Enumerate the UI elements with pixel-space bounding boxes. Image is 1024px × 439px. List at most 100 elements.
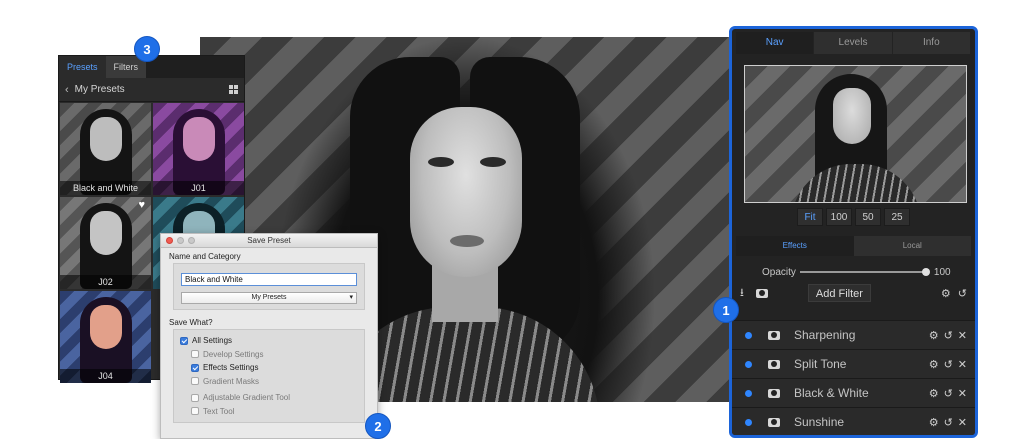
preset-name-input[interactable] bbox=[181, 273, 357, 286]
filter-enabled-dot-icon[interactable] bbox=[745, 360, 752, 368]
presets-title: My Presets bbox=[74, 84, 125, 95]
mask-icon[interactable] bbox=[768, 359, 780, 369]
filter-row[interactable]: Split Tone ⚙ ↺ ✕ bbox=[732, 349, 975, 378]
filter-name: Split Tone bbox=[794, 357, 847, 371]
zoom-buttons: Fit 100 50 25 bbox=[732, 208, 975, 226]
opacity-slider-knob[interactable] bbox=[921, 268, 930, 276]
option-gradient-masks[interactable]: Gradient Masks bbox=[180, 375, 358, 389]
grid-view-icon[interactable] bbox=[229, 85, 238, 94]
option-develop-settings[interactable]: Develop Settings bbox=[180, 348, 358, 362]
name-category-box: My Presets ▾ bbox=[173, 263, 365, 310]
preset-thumbnail[interactable]: J04 bbox=[60, 291, 151, 383]
option-adjustable-gradient-tool[interactable]: Adjustable Gradient Tool bbox=[180, 391, 358, 405]
option-label: Adjustable Gradient Tool bbox=[203, 393, 291, 403]
filter-enabled-dot-icon[interactable] bbox=[745, 418, 752, 426]
effects-tabs: Effects Local bbox=[736, 236, 971, 256]
close-icon[interactable]: ✕ bbox=[958, 358, 967, 371]
opacity-slider[interactable] bbox=[799, 268, 930, 276]
filter-name: Black & White bbox=[794, 386, 869, 400]
preset-label: J04 bbox=[60, 369, 151, 383]
option-all-settings[interactable]: All Settings bbox=[180, 334, 358, 348]
gear-icon[interactable]: ⚙ bbox=[929, 329, 939, 342]
preset-thumbnail[interactable]: Black and White bbox=[60, 103, 151, 195]
tab-levels[interactable]: Levels bbox=[814, 32, 893, 54]
save-what-label: Save What? bbox=[169, 318, 213, 327]
mask-icon[interactable] bbox=[755, 288, 768, 298]
checkbox-icon[interactable] bbox=[191, 350, 199, 359]
zoom-window-icon[interactable] bbox=[188, 237, 195, 244]
reset-icon[interactable]: ↺ bbox=[958, 287, 967, 300]
zoom-50-button[interactable]: 50 bbox=[855, 208, 881, 226]
checkbox-checked-icon[interactable] bbox=[191, 363, 199, 372]
checkbox-icon[interactable] bbox=[191, 407, 199, 416]
zoom-100-button[interactable]: 100 bbox=[826, 208, 852, 226]
option-label: Gradient Masks bbox=[203, 376, 260, 386]
back-chevron-icon[interactable]: ‹ bbox=[65, 84, 69, 96]
gear-icon[interactable]: ⚙ bbox=[941, 287, 951, 300]
checkbox-icon[interactable] bbox=[191, 377, 199, 386]
favorite-heart-icon[interactable]: ♥ bbox=[138, 199, 145, 211]
zoom-25-button[interactable]: 25 bbox=[884, 208, 910, 226]
option-label: Text Tool bbox=[203, 406, 235, 416]
dropdown-caret-icon: ▾ bbox=[349, 294, 353, 301]
preset-label: J02 bbox=[60, 275, 151, 289]
save-preset-dialog: Save Preset Name and Category My Presets… bbox=[160, 233, 378, 439]
tab-info[interactable]: Info bbox=[893, 32, 971, 54]
opacity-label: Opacity bbox=[762, 266, 796, 278]
opacity-value: 100 bbox=[933, 266, 951, 278]
reset-icon[interactable]: ↺ bbox=[944, 416, 953, 429]
checkbox-checked-icon[interactable] bbox=[180, 336, 188, 345]
zoom-fit-button[interactable]: Fit bbox=[797, 208, 823, 226]
name-section-label: Name and Category bbox=[169, 252, 241, 261]
right-panel: Nav Levels Info Fit 100 50 25 Effects Lo… bbox=[729, 26, 978, 438]
callout-badge-3: 3 bbox=[134, 36, 160, 62]
callout-badge-2: 2 bbox=[365, 413, 391, 439]
option-text-tool[interactable]: Text Tool bbox=[180, 405, 358, 419]
save-options: All Settings Develop Settings Effects Se… bbox=[173, 329, 365, 423]
nav-tabs: Nav Levels Info bbox=[736, 32, 971, 54]
category-select[interactable]: My Presets ▾ bbox=[181, 292, 357, 304]
filter-enabled-dot-icon[interactable] bbox=[745, 389, 752, 397]
gear-icon[interactable]: ⚙ bbox=[929, 358, 939, 371]
reset-icon[interactable]: ↺ bbox=[944, 387, 953, 400]
presets-header: ‹ My Presets bbox=[59, 78, 244, 102]
category-select-value: My Presets bbox=[251, 294, 287, 301]
option-effects-settings[interactable]: Effects Settings bbox=[180, 361, 358, 375]
save-preset-icon[interactable]: ⭳ bbox=[740, 284, 744, 303]
filter-row[interactable]: Sunshine ⚙ ↺ ✕ bbox=[732, 407, 975, 435]
gear-icon[interactable]: ⚙ bbox=[929, 416, 939, 429]
close-icon[interactable]: ✕ bbox=[958, 387, 967, 400]
screenshot-stage: Presets Filters ‹ My Presets Black and W… bbox=[0, 0, 1024, 439]
mask-icon[interactable] bbox=[768, 417, 780, 427]
tab-nav[interactable]: Nav bbox=[736, 32, 815, 54]
close-icon[interactable]: ✕ bbox=[958, 416, 967, 429]
add-filter-button[interactable]: Add Filter bbox=[807, 284, 871, 302]
filter-name: Sharpening bbox=[794, 328, 856, 342]
tab-local[interactable]: Local bbox=[854, 236, 972, 256]
mask-icon[interactable] bbox=[768, 330, 780, 340]
callout-badge-1: 1 bbox=[713, 297, 739, 323]
preset-label: J01 bbox=[153, 181, 244, 195]
preset-thumbnail[interactable]: ♥ J02 bbox=[60, 197, 151, 289]
option-label: All Settings bbox=[192, 336, 233, 346]
filter-enabled-dot-icon[interactable] bbox=[745, 331, 752, 339]
dialog-titlebar: Save Preset bbox=[161, 234, 377, 248]
filter-name: Sunshine bbox=[794, 415, 845, 429]
navigator-preview[interactable] bbox=[744, 65, 967, 203]
tab-presets[interactable]: Presets bbox=[59, 56, 106, 78]
preset-thumbnail[interactable]: J01 bbox=[153, 103, 244, 195]
close-icon[interactable]: ✕ bbox=[958, 329, 967, 342]
reset-icon[interactable]: ↺ bbox=[944, 358, 953, 371]
preset-label: Black and White bbox=[60, 181, 151, 195]
reset-icon[interactable]: ↺ bbox=[944, 329, 953, 342]
minimize-window-icon[interactable] bbox=[177, 237, 184, 244]
filter-row[interactable]: Black & White ⚙ ↺ ✕ bbox=[732, 378, 975, 407]
tab-effects[interactable]: Effects bbox=[736, 236, 854, 256]
checkbox-icon[interactable] bbox=[191, 393, 199, 402]
window-controls bbox=[166, 237, 195, 244]
gear-icon[interactable]: ⚙ bbox=[929, 387, 939, 400]
dialog-title: Save Preset bbox=[247, 236, 291, 245]
mask-icon[interactable] bbox=[768, 388, 780, 398]
close-window-icon[interactable] bbox=[166, 237, 173, 244]
filter-row[interactable]: Sharpening ⚙ ↺ ✕ bbox=[732, 320, 975, 349]
